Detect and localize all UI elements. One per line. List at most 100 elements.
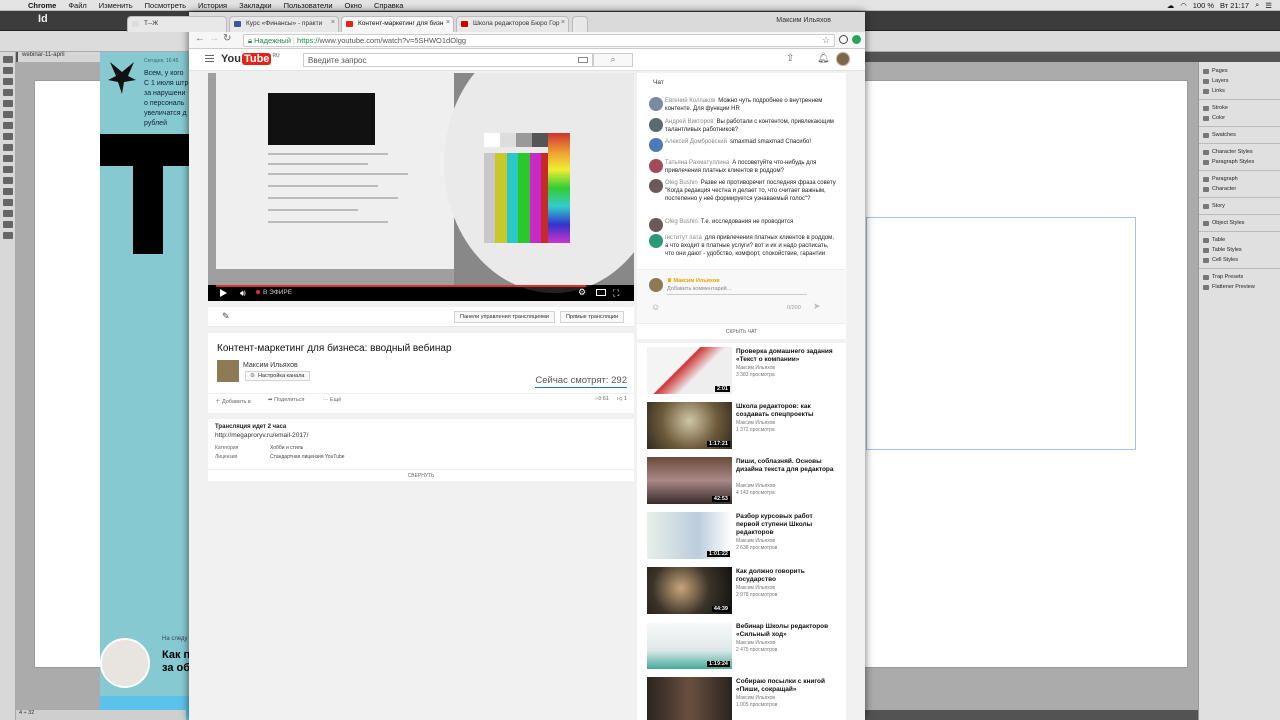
related-channel[interactable]: Максим Ильяхов	[736, 695, 775, 701]
video-thumbnail[interactable]: 42:53	[647, 457, 732, 504]
zoom-tool-icon[interactable]	[3, 232, 13, 239]
tab-finance-course[interactable]: Курс «Финансы» - практи ×	[229, 16, 339, 32]
emoji-icon[interactable]: ☺	[651, 302, 660, 312]
menu-list-icon[interactable]: ☰	[1265, 1, 1272, 10]
related-video[interactable]: 1:19:24 Вебинар Школы редакторов «Сильны…	[647, 622, 842, 672]
related-title[interactable]: Проверка домашнего задания «Текст о комп…	[736, 348, 836, 364]
channel-name[interactable]: Максим Ильяхов	[243, 362, 298, 369]
line-tool-icon[interactable]	[3, 111, 13, 118]
panel-character-styles[interactable]: Character Styles	[1199, 147, 1280, 157]
related-channel[interactable]: Максим Ильяхов	[736, 585, 775, 591]
panel-paragraph-styles[interactable]: Paragraph Styles	[1199, 157, 1280, 167]
related-title[interactable]: Пиши, соблазняй. Основы дизайна текста д…	[736, 458, 836, 474]
more-button[interactable]: ··· Ещё	[323, 397, 341, 403]
panel-color[interactable]: Color	[1199, 113, 1280, 123]
related-video[interactable]: 42:53 Пиши, соблазняй. Основы дизайна те…	[647, 457, 842, 507]
cloud-icon[interactable]: ☁	[1167, 1, 1175, 10]
related-video[interactable]: 44:39 Как должно говорить государство Ма…	[647, 567, 842, 617]
dislike-button[interactable]: 👎︎ 1	[617, 396, 627, 402]
related-title[interactable]: Школа редакторов: как создавать спецпрое…	[736, 403, 836, 419]
edit-pencil-icon[interactable]: ✎	[222, 311, 230, 322]
send-icon[interactable]: ➤	[813, 301, 821, 312]
chat-avatar[interactable]	[649, 118, 663, 132]
pencil-tool-icon[interactable]	[3, 133, 13, 140]
selection-tool-icon[interactable]	[3, 56, 13, 63]
related-video[interactable]: 1:01:22 Разбор курсовых работ первой сту…	[647, 512, 842, 562]
transform-tool-icon[interactable]	[3, 177, 13, 184]
related-channel[interactable]: Максим Ильяхов	[736, 538, 775, 544]
chat-author[interactable]: Евгений Колпаков	[665, 98, 715, 104]
panel-cell-styles[interactable]: Cell Styles	[1199, 255, 1280, 265]
reload-icon[interactable]: ↻	[223, 33, 231, 44]
panel-layers[interactable]: Layers	[1199, 76, 1280, 86]
youtube-logo[interactable]: You Tube RU	[221, 53, 280, 65]
chat-author[interactable]: Алексей Домбровский	[665, 139, 727, 145]
progress-bar[interactable]	[216, 285, 586, 287]
upload-icon[interactable]: ⇧	[786, 53, 794, 64]
chat-author[interactable]: Андрей Викторов	[665, 119, 713, 125]
menu-users[interactable]: Пользователи	[278, 1, 339, 10]
chat-author[interactable]: Татьяна Рахматуллина	[665, 160, 729, 166]
battery-percent[interactable]: 100 %	[1193, 1, 1214, 10]
settings-gear-icon[interactable]: ⚙	[578, 287, 586, 298]
chrome-profile-name[interactable]: Максим Ильяхов	[776, 17, 831, 24]
page-tool-icon[interactable]	[3, 78, 13, 85]
direct-selection-tool-icon[interactable]	[3, 67, 13, 74]
chat-author[interactable]: Oleg Bushin	[665, 180, 698, 186]
category-value[interactable]: Хобби и стиль	[270, 445, 303, 451]
menu-history[interactable]: История	[192, 1, 233, 10]
related-video[interactable]: 2:01 Проверка домашнего задания «Текст о…	[647, 347, 842, 397]
related-channel[interactable]: Максим Ильяхов	[736, 640, 775, 646]
scissors-tool-icon[interactable]	[3, 166, 13, 173]
forward-icon[interactable]: →	[209, 33, 219, 44]
video-thumbnail[interactable]	[647, 677, 732, 720]
extension-eye-icon[interactable]	[839, 35, 848, 44]
panel-paragraph[interactable]: Paragraph	[1199, 174, 1280, 184]
related-channel[interactable]: Максим Ильяхов	[736, 483, 775, 489]
related-title[interactable]: Как должно говорить государство	[736, 568, 836, 584]
channel-avatar[interactable]	[217, 360, 239, 382]
chat-avatar[interactable]	[649, 97, 663, 111]
extension-green-icon[interactable]	[852, 35, 861, 44]
menu-window[interactable]: Окно	[339, 1, 368, 10]
related-title[interactable]: Собираю посылки с книгой «Пиши, сокращай…	[736, 678, 836, 694]
notifications-bell-icon[interactable]: 🔔︎	[817, 53, 830, 64]
related-title[interactable]: Вебинар Школы редакторов «Сильный ход»	[736, 623, 836, 639]
like-button[interactable]: 👍︎ 61	[595, 396, 608, 402]
tab-content-marketing[interactable]: Контент-маркетинг для бизн ×	[341, 16, 454, 32]
chat-avatar[interactable]	[649, 179, 663, 193]
bookmark-star-icon[interactable]: ☆	[822, 35, 830, 46]
panel-table[interactable]: Table	[1199, 235, 1280, 245]
note-tool-icon[interactable]	[3, 199, 13, 206]
video-thumbnail[interactable]: 1:19:24	[647, 622, 732, 669]
chat-avatar[interactable]	[649, 218, 663, 232]
menu-file[interactable]: Файл	[62, 1, 92, 10]
text-frame[interactable]	[866, 217, 1136, 450]
menu-bookmarks[interactable]: Закладки	[233, 1, 277, 10]
user-avatar[interactable]	[836, 52, 850, 66]
close-tab-icon[interactable]: ×	[561, 19, 565, 26]
close-tab-icon[interactable]: ×	[331, 19, 335, 26]
menu-view[interactable]: Посмотреть	[139, 1, 192, 10]
chat-input[interactable]: Добавить комментарий...	[667, 286, 807, 295]
rectangle-frame-tool-icon[interactable]	[3, 144, 13, 151]
gradient-tool-icon[interactable]	[3, 188, 13, 195]
panel-flattener-preview[interactable]: Flattener Preview	[1199, 282, 1280, 292]
hide-chat-button[interactable]: СКРЫТЬ ЧАТ	[637, 323, 846, 339]
panel-object-styles[interactable]: Object Styles	[1199, 218, 1280, 228]
tab-editors-school[interactable]: Школа редакторов Бюро Гор ×	[456, 16, 569, 32]
add-to-button[interactable]: ＋ Добавить в	[215, 397, 251, 405]
related-title[interactable]: Разбор курсовых работ первой ступени Шко…	[736, 513, 836, 537]
search-input[interactable]: Введите запрос	[303, 53, 593, 67]
video-thumbnail[interactable]: 44:39	[647, 567, 732, 614]
video-thumbnail[interactable]: 2:01	[647, 347, 732, 394]
related-video[interactable]: Собираю посылки с книгой «Пиши, сокращай…	[647, 677, 842, 720]
pen-tool-icon[interactable]	[3, 122, 13, 129]
panel-table-styles[interactable]: Table Styles	[1199, 245, 1280, 255]
clock[interactable]: Вт 21:17	[1220, 1, 1249, 10]
type-tool-icon[interactable]	[3, 100, 13, 107]
address-bar[interactable]: 🔒︎ Надежный | https://www.youtube.com/wa…	[243, 34, 835, 47]
live-indicator[interactable]: В ЭФИРЕ	[256, 289, 292, 296]
panel-trap-presets[interactable]: Trap Presets	[1199, 272, 1280, 282]
guide-menu-icon[interactable]	[205, 55, 214, 62]
